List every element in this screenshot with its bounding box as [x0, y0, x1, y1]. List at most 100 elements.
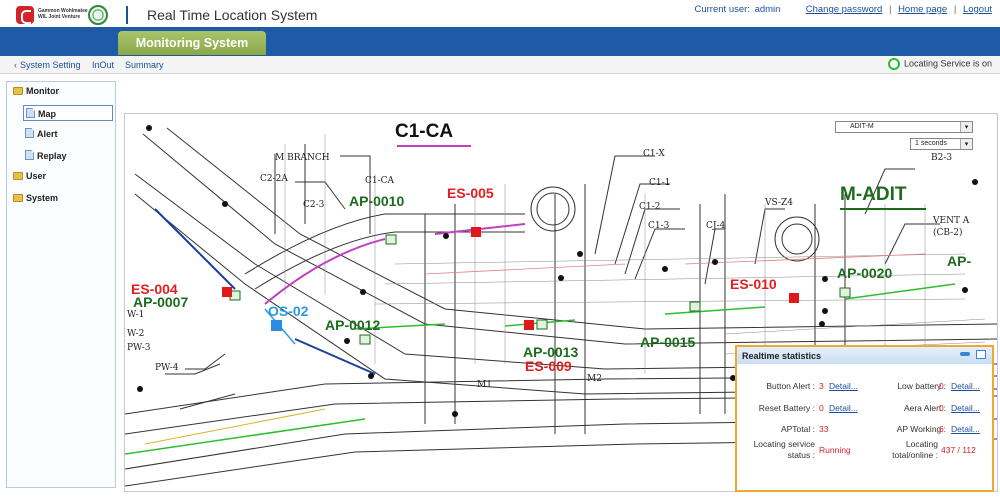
sidebar-item-system[interactable]: System [13, 193, 58, 203]
drawing-label: C1-1 [649, 178, 671, 188]
current-user-label: Current user: [694, 4, 750, 15]
document-icon [25, 150, 34, 160]
tab-monitoring-system[interactable]: Monitoring System [118, 31, 266, 55]
es-label[interactable]: ES-004 [131, 281, 178, 297]
zone-underline [397, 145, 471, 147]
sidebar-item-alert[interactable]: Alert [25, 128, 58, 139]
app-title: Real Time Location System [147, 7, 318, 23]
ap-label[interactable]: AP-0015 [640, 334, 695, 350]
sidebar-item-monitor[interactable]: Monitor [13, 86, 59, 96]
document-icon [26, 108, 35, 118]
sidebar-tree: Monitor Map Alert Replay User System [6, 81, 116, 488]
stat-value: 0 [939, 381, 944, 391]
folder-icon [13, 194, 23, 202]
map-select-value: ADIT-M [850, 123, 874, 130]
panel-header: Realtime statistics [737, 347, 992, 364]
es-004-marker[interactable] [222, 287, 232, 297]
sidebar-item-map[interactable]: Map [23, 105, 113, 121]
es-label[interactable]: ES-005 [447, 185, 494, 201]
minimize-icon[interactable] [960, 352, 970, 356]
stat-value: 437 / 112 [941, 445, 976, 455]
maximize-icon[interactable] [976, 350, 986, 359]
folder-icon [13, 172, 23, 180]
low-battery-detail-link[interactable]: Detail... [951, 381, 980, 391]
es-009-marker[interactable] [524, 320, 534, 330]
drawing-label: C2-2A [260, 174, 288, 184]
current-user-name: admin [754, 4, 781, 15]
home-page-link[interactable]: Home page [898, 4, 947, 15]
drawing-label: (CB-2) [933, 228, 963, 238]
ap-label[interactable]: AP- [947, 253, 971, 269]
sidebar-item-label: Map [38, 109, 56, 119]
os-02-marker[interactable] [271, 320, 282, 331]
panel-title: Realtime statistics [742, 351, 822, 361]
subnav-inout[interactable]: InOut [92, 60, 114, 70]
stat-label: APTotal : [780, 424, 815, 434]
stat-value: 0 [939, 403, 944, 413]
ap-working-detail-link[interactable]: Detail... [951, 424, 980, 434]
status-text: Locating Service is on [903, 58, 992, 69]
stat-label: Reset Battery : [758, 403, 815, 413]
stat-label: AP Working : [896, 424, 946, 434]
ap-label[interactable]: AP-0012 [325, 317, 380, 333]
refresh-interval-select[interactable]: 1 seconds ▾ [910, 138, 973, 150]
drawing-label: M1 [477, 380, 492, 390]
chevron-left-icon[interactable]: ‹ [14, 60, 17, 70]
stat-value: 0 [819, 403, 824, 413]
drawing-label: C1-X [643, 149, 665, 159]
stat-label: Low battery : [897, 381, 946, 391]
drawing-label: C1-CA [365, 176, 395, 186]
es-label[interactable]: ES-010 [730, 276, 777, 292]
drawing-label: M BRANCH [275, 153, 330, 163]
sidebar-item-replay[interactable]: Replay [25, 150, 67, 161]
chevron-down-icon: ▾ [960, 122, 972, 132]
reset-battery-detail-link[interactable]: Detail... [829, 403, 858, 413]
user-area: Current user: admin Change password | Ho… [693, 4, 993, 15]
subnav-summary[interactable]: Summary [125, 60, 164, 70]
os-label[interactable]: OS-02 [268, 303, 308, 319]
separator: | [953, 4, 957, 15]
ap-label[interactable]: AP-0010 [349, 193, 404, 209]
logo-mark-icon [16, 6, 34, 24]
area-alert-detail-link[interactable]: Detail... [951, 403, 980, 413]
drawing-label: CJ-4 [706, 221, 726, 231]
button-alert-detail-link[interactable]: Detail... [829, 381, 858, 391]
drawing-label: PW-4 [155, 363, 179, 373]
zone-title-c1-ca: C1-CA [395, 121, 454, 142]
stat-value: 6 [939, 424, 944, 434]
status-ring-icon [887, 58, 900, 70]
logo-text: Gammon Wohlmatee WIL Joint Venture [38, 8, 88, 20]
document-icon [25, 128, 34, 138]
stat-value: 3 [819, 381, 824, 391]
es-005-marker[interactable] [471, 227, 481, 237]
company-logo: Gammon Wohlmatee WIL Joint Venture [14, 5, 110, 27]
seal-icon [88, 5, 108, 25]
drawing-label: PW-3 [127, 343, 151, 353]
locating-service-status: Locating Service is on [887, 58, 992, 70]
chevron-down-icon: ▾ [960, 139, 972, 149]
drawing-label: VS-Z4 [765, 198, 794, 208]
subnav-system-setting[interactable]: System Setting [20, 60, 81, 70]
drawing-label: VENT A [933, 216, 970, 226]
es-label[interactable]: ES-009 [525, 358, 572, 374]
change-password-link[interactable]: Change password [806, 4, 883, 15]
sidebar-item-label: Alert [37, 129, 58, 139]
sidebar-item-label: Monitor [26, 86, 59, 96]
drawing-label: B2-3 [931, 153, 953, 163]
es-010-marker[interactable] [789, 293, 799, 303]
drawing-label: C1-3 [648, 221, 670, 231]
logout-link[interactable]: Logout [963, 4, 992, 15]
zone-underline [840, 208, 926, 210]
ap-label[interactable]: AP-0020 [837, 265, 892, 281]
sidebar-item-user[interactable]: User [13, 171, 46, 181]
sidebar-item-label: Replay [37, 151, 67, 161]
zone-title-m-adit: M-ADIT [840, 184, 907, 205]
stat-label: Locating service status : [753, 439, 815, 460]
header: Gammon Wohlmatee WIL Joint Venture Real … [0, 0, 1000, 30]
sidebar-item-label: System [26, 193, 59, 203]
separator: | [888, 4, 892, 15]
stat-label: Aera Alert : [903, 403, 946, 413]
drawing-label: W-2 [127, 329, 145, 339]
map-select[interactable]: ADIT-M ▾ [835, 121, 973, 133]
sidebar-item-label: User [26, 171, 47, 181]
